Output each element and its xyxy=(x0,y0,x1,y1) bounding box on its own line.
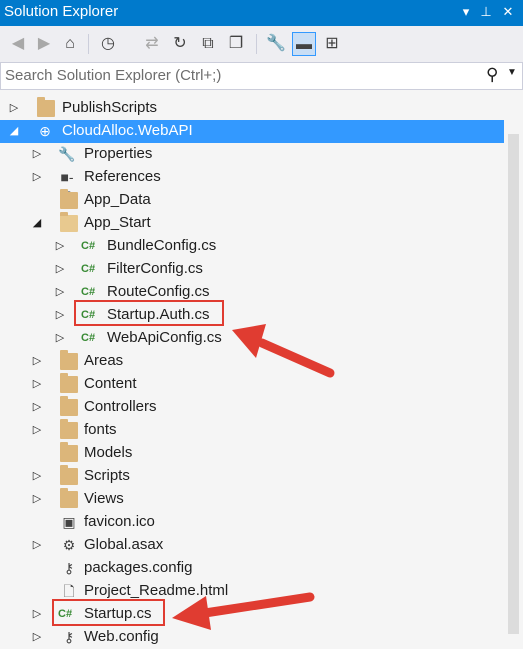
annotation-arrow xyxy=(232,324,335,378)
annotation-arrow xyxy=(172,592,315,630)
annotation-arrows xyxy=(172,324,335,630)
